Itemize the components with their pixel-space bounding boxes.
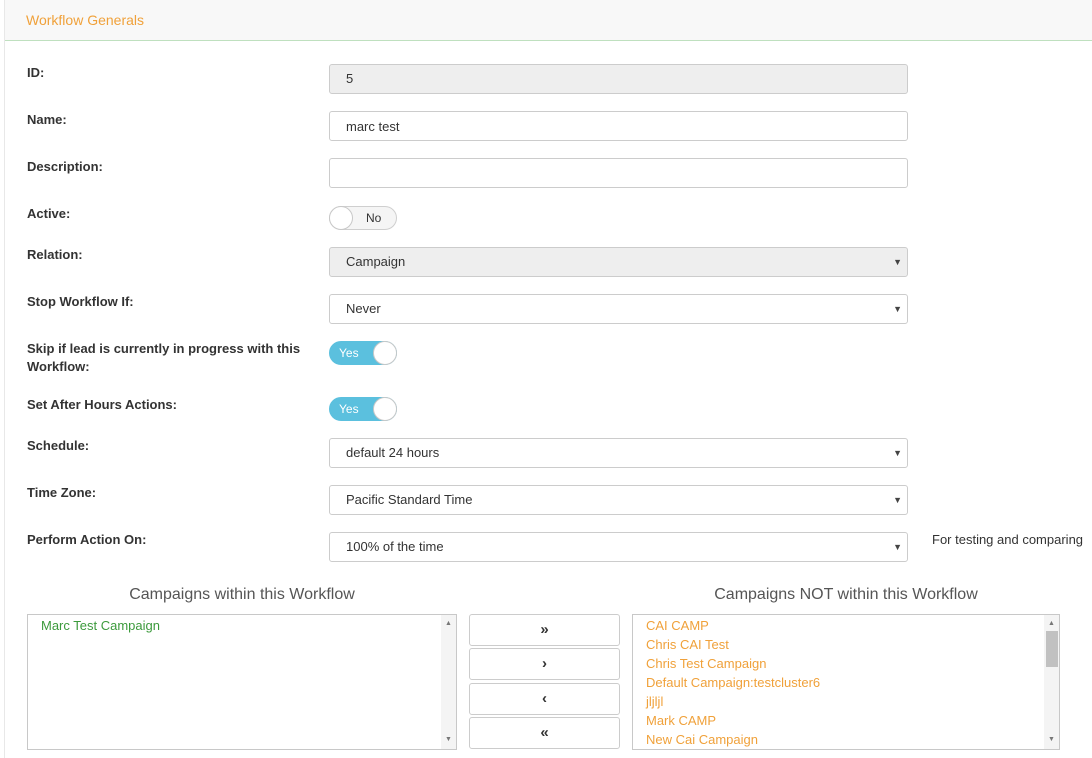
within-items: Marc Test Campaign	[28, 615, 456, 635]
stop-workflow-select[interactable]: Never ▼	[329, 294, 908, 324]
after-hours-label: Set After Hours Actions:	[27, 397, 177, 412]
skip-in-progress-label: Skip if lead is currently in progress wi…	[27, 341, 301, 374]
list-item[interactable]: CAI CAMP	[633, 616, 1059, 635]
after-hours-toggle-text: Yes	[339, 402, 359, 416]
panel-header: Workflow Generals	[4, 0, 1092, 41]
toggle-knob	[329, 206, 353, 230]
perform-action-value: 100% of the time	[346, 539, 444, 554]
caret-down-icon: ▼	[893, 495, 902, 505]
active-toggle[interactable]: No	[329, 206, 397, 230]
schedule-value: default 24 hours	[346, 445, 440, 460]
add-all-button[interactable]: »	[469, 614, 620, 646]
within-campaigns-list[interactable]: Marc Test Campaign ▲ ▼	[27, 614, 457, 750]
timezone-select[interactable]: Pacific Standard Time ▼	[329, 485, 908, 515]
not-within-scrollbar[interactable]: ▲ ▼	[1044, 615, 1059, 749]
description-input[interactable]	[329, 158, 908, 188]
relation-label: Relation:	[27, 247, 83, 262]
relation-select: Campaign ▼	[329, 247, 908, 277]
skip-toggle-text: Yes	[339, 346, 359, 360]
description-label: Description:	[27, 159, 103, 174]
perform-action-label: Perform Action On:	[27, 532, 147, 547]
list-item[interactable]: Default Campaign:testcluster6	[633, 673, 1059, 692]
timezone-value: Pacific Standard Time	[346, 492, 473, 507]
caret-down-icon: ▼	[893, 448, 902, 458]
toggle-knob	[373, 397, 397, 421]
panel-title: Workflow Generals	[26, 12, 145, 28]
within-scrollbar[interactable]: ▲ ▼	[441, 615, 456, 749]
caret-down-icon: ▼	[893, 542, 902, 552]
timezone-label: Time Zone:	[27, 485, 97, 500]
within-list-title: Campaigns within this Workflow	[129, 586, 355, 603]
scroll-up-icon[interactable]: ▲	[441, 617, 456, 631]
remove-all-button[interactable]: «	[469, 717, 620, 749]
list-item[interactable]: Marc Test Campaign	[28, 616, 456, 635]
scroll-down-icon[interactable]: ▼	[1044, 733, 1059, 747]
active-label: Active:	[27, 206, 71, 221]
list-item[interactable]: Chris CAI Test	[633, 635, 1059, 654]
list-item[interactable]: jljljl	[633, 692, 1059, 711]
caret-down-icon: ▼	[893, 257, 902, 267]
scroll-up-icon[interactable]: ▲	[1044, 617, 1059, 631]
list-item[interactable]: Chris Test Campaign	[633, 654, 1059, 673]
add-one-button[interactable]: ›	[469, 648, 620, 680]
not-within-campaigns-list[interactable]: CAI CAMP Chris CAI Test Chris Test Campaig…	[632, 614, 1060, 750]
schedule-select[interactable]: default 24 hours ▼	[329, 438, 908, 468]
perform-action-select[interactable]: 100% of the time ▼	[329, 532, 908, 562]
list-item[interactable]: New Cai Campaign	[633, 730, 1059, 749]
not-within-list-title: Campaigns NOT within this Workflow	[714, 586, 978, 603]
scroll-thumb[interactable]	[1046, 631, 1058, 667]
caret-down-icon: ▼	[893, 304, 902, 314]
name-input[interactable]	[329, 111, 908, 141]
id-label: ID:	[27, 65, 45, 80]
relation-value: Campaign	[346, 254, 406, 269]
stop-workflow-value: Never	[346, 301, 381, 316]
remove-one-button[interactable]: ‹	[469, 683, 620, 715]
toggle-knob	[373, 341, 397, 365]
stop-workflow-label: Stop Workflow If:	[27, 294, 134, 309]
panel-border	[4, 40, 5, 758]
after-hours-toggle[interactable]: Yes	[329, 397, 397, 421]
schedule-label: Schedule:	[27, 438, 90, 453]
scroll-down-icon[interactable]: ▼	[441, 733, 456, 747]
list-item[interactable]: Mark CAMP	[633, 711, 1059, 730]
id-field: 5	[329, 64, 908, 94]
active-toggle-text: No	[366, 211, 382, 225]
perform-action-note: For testing and comparing	[932, 532, 1084, 547]
not-within-items: CAI CAMP Chris CAI Test Chris Test Campaig…	[633, 615, 1059, 749]
name-label: Name:	[27, 112, 67, 127]
skip-in-progress-toggle[interactable]: Yes	[329, 341, 397, 365]
